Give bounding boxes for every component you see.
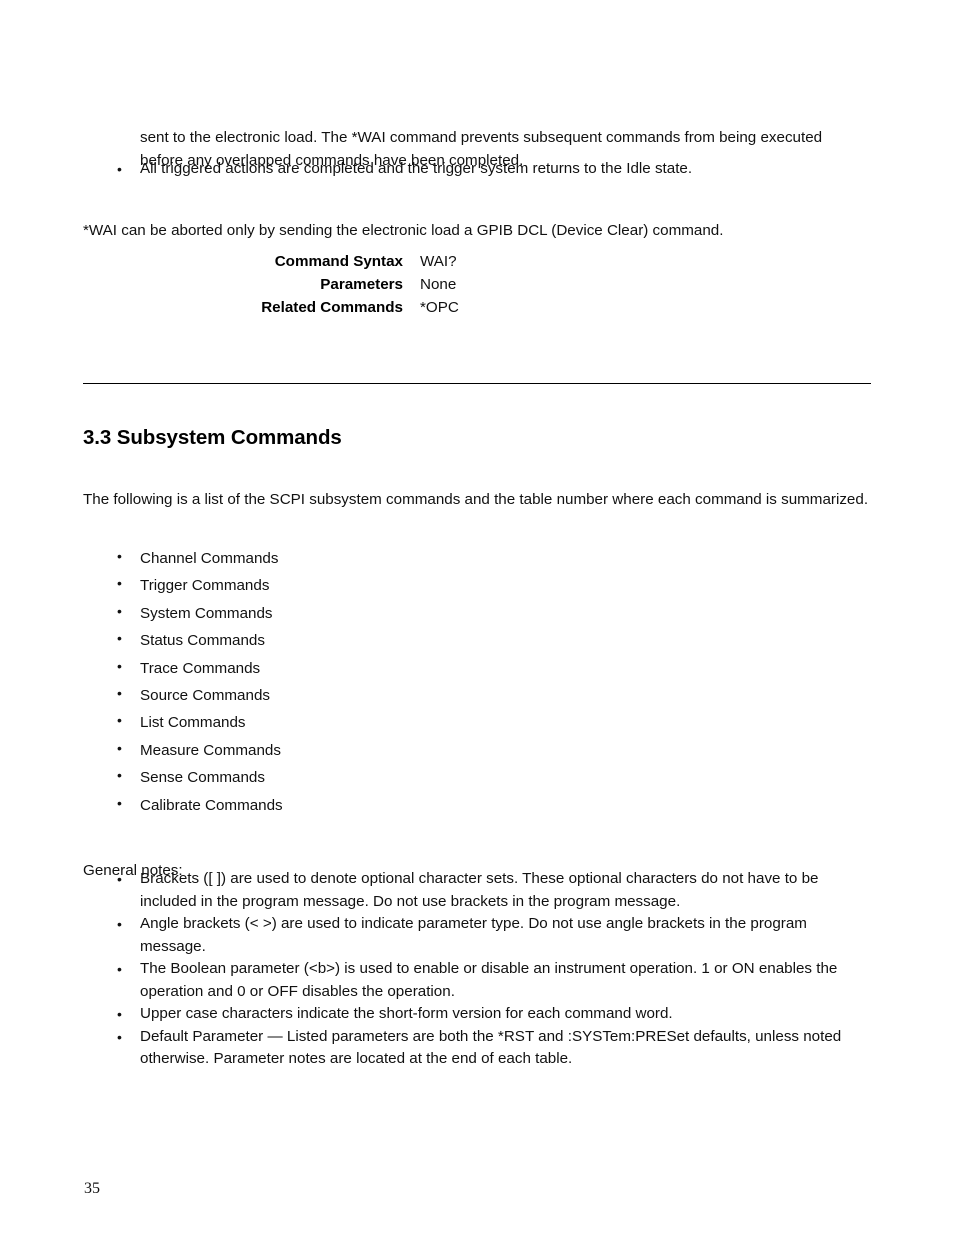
list-item: Channel Commands bbox=[111, 545, 611, 572]
trigger-bullet-list: All triggered actions are completed and … bbox=[111, 158, 851, 181]
section-divider bbox=[83, 383, 871, 384]
abort-paragraph: *WAI can be aborted only by sending the … bbox=[83, 222, 724, 240]
command-syntax-value: WAI? bbox=[420, 253, 457, 270]
related-commands-row: Related Commands *OPC bbox=[83, 297, 583, 320]
list-item: Trace Commands bbox=[111, 655, 611, 682]
list-item: List Commands bbox=[111, 709, 611, 736]
list-item: Default Parameter — Listed parameters ar… bbox=[111, 1026, 871, 1071]
related-commands-label: Related Commands bbox=[261, 298, 403, 316]
subsystem-commands-list: Channel CommandsTrigger CommandsSystem C… bbox=[111, 545, 611, 819]
list-item: Trigger Commands bbox=[111, 572, 611, 599]
parameters-label: Parameters bbox=[320, 275, 403, 293]
page-number: 35 bbox=[84, 1180, 100, 1197]
related-commands-value: *OPC bbox=[420, 298, 459, 316]
list-item: Upper case characters indicate the short… bbox=[111, 1003, 871, 1026]
list-item: Calibrate Commands bbox=[111, 792, 611, 819]
list-item: System Commands bbox=[111, 600, 611, 627]
list-item: Measure Commands bbox=[111, 737, 611, 764]
list-item: Sense Commands bbox=[111, 764, 611, 791]
list-item: Angle brackets (< >) are used to indicat… bbox=[111, 913, 871, 958]
parameters-row: Parameters None bbox=[83, 274, 583, 297]
parameters-value: None bbox=[420, 275, 457, 293]
command-syntax-row: Command Syntax WAI? bbox=[83, 251, 583, 274]
section-intro-paragraph: The following is a list of the SCPI subs… bbox=[83, 491, 869, 509]
list-item: Status Commands bbox=[111, 627, 611, 654]
section-heading: 3.3 Subsystem Commands bbox=[83, 426, 342, 449]
list-item: All triggered actions are completed and … bbox=[111, 158, 851, 181]
command-syntax-label: Command Syntax bbox=[274, 253, 403, 270]
list-item: Brackets ([ ]) are used to denote option… bbox=[111, 868, 871, 913]
general-notes-list: Brackets ([ ]) are used to denote option… bbox=[111, 868, 871, 1071]
document-page: sent to the electronic load. The *WAI co… bbox=[0, 0, 954, 1235]
list-item: The Boolean parameter (<b>) is used to e… bbox=[111, 958, 871, 1003]
list-item: Source Commands bbox=[111, 682, 611, 709]
command-definition-block: Command Syntax WAI? Parameters None Rela… bbox=[83, 251, 583, 319]
